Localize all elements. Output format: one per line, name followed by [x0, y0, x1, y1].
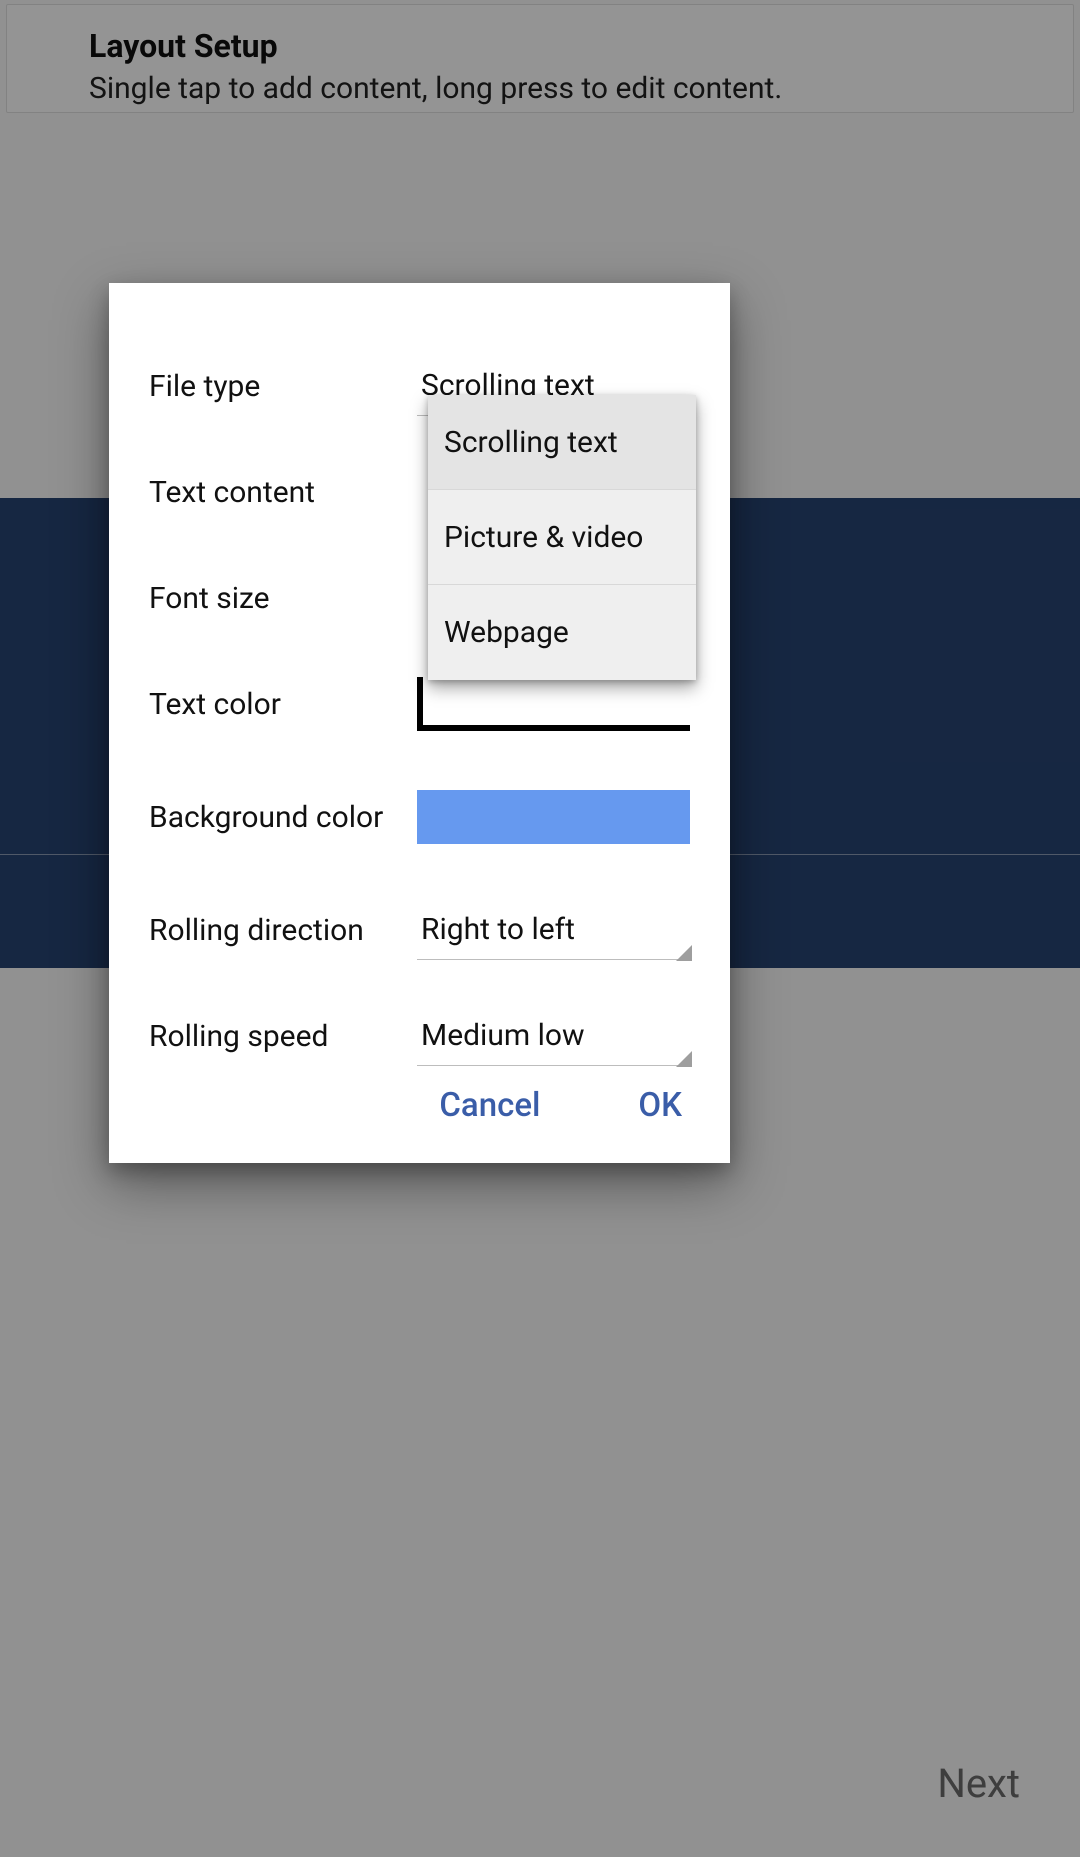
background-color-label: Background color [149, 800, 417, 835]
rolling-direction-row: Rolling direction Right to left [149, 877, 690, 983]
rolling-speed-row: Rolling speed Medium low [149, 983, 690, 1089]
dropdown-option-webpage[interactable]: Webpage [428, 585, 696, 680]
dropdown-option-picture-video[interactable]: Picture & video [428, 490, 696, 585]
background-color-row: Background color [149, 757, 690, 877]
dropdown-option-scrolling-text[interactable]: Scrolling text [428, 395, 696, 490]
text-color-swatch[interactable] [417, 677, 690, 731]
file-type-label: File type [149, 369, 417, 404]
cancel-button[interactable]: Cancel [421, 1076, 558, 1135]
text-content-label: Text content [149, 475, 417, 510]
dropdown-triangle-icon [676, 945, 692, 961]
font-size-label: Font size [149, 581, 417, 616]
rolling-speed-value: Medium low [421, 1018, 585, 1053]
rolling-speed-spinner[interactable]: Medium low [417, 1006, 690, 1066]
rolling-direction-value: Right to left [421, 912, 575, 947]
rolling-speed-label: Rolling speed [149, 1019, 417, 1054]
dropdown-triangle-icon [676, 1051, 692, 1067]
dialog-actions: Cancel OK [421, 1076, 700, 1135]
ok-button[interactable]: OK [620, 1076, 700, 1135]
text-color-label: Text color [149, 687, 417, 722]
background-color-swatch[interactable] [417, 790, 690, 844]
rolling-direction-label: Rolling direction [149, 913, 417, 948]
file-type-dropdown: Scrolling text Picture & video Webpage [428, 395, 696, 680]
rolling-direction-spinner[interactable]: Right to left [417, 900, 690, 960]
